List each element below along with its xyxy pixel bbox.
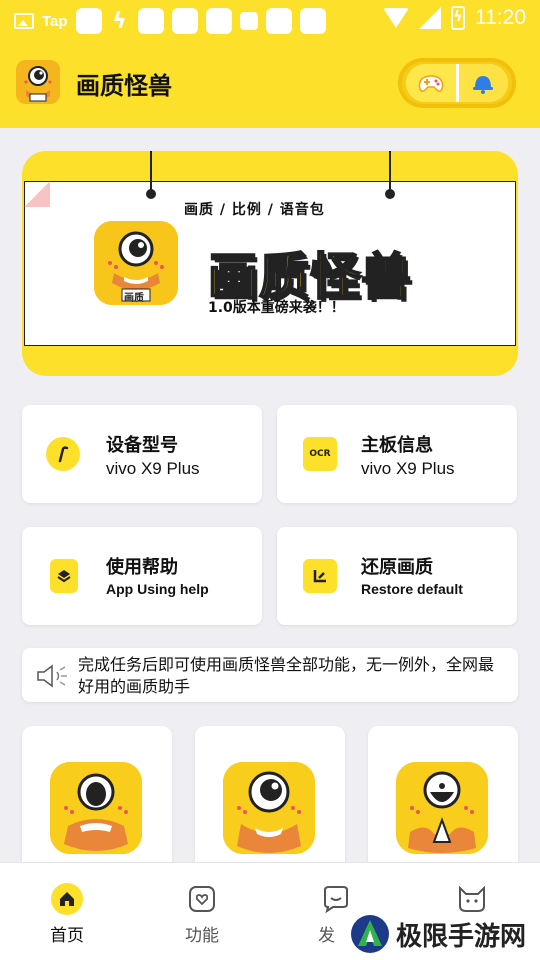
restore-default-card[interactable]: 还原画质 Restore default bbox=[277, 527, 517, 625]
banner-pin-dot-left bbox=[146, 189, 156, 199]
chat-icon bbox=[320, 883, 352, 915]
motherboard-info-card[interactable]: OCR 主板信息 vivo X9 Plus bbox=[277, 405, 517, 503]
quality-mode-card-3[interactable] bbox=[368, 726, 518, 876]
notification-square-icon bbox=[239, 12, 258, 30]
monster-icon bbox=[223, 762, 315, 854]
notification-square-icon bbox=[299, 8, 326, 34]
banner-pin-left bbox=[150, 151, 152, 193]
bolt-icon: ϟ bbox=[112, 8, 127, 34]
notice-bar[interactable]: 完成任务后即可使用画质怪兽全部功能，无一例外，全网最好用的画质助手 bbox=[22, 648, 518, 702]
notification-square-icon bbox=[137, 8, 164, 34]
clock: 11:20 bbox=[475, 6, 526, 29]
pen-icon bbox=[46, 437, 80, 471]
app-header: 画质怪兽 bbox=[0, 38, 540, 128]
banner-tags: 画质 / 比例 / 语音包 bbox=[184, 202, 325, 218]
card-title: 主板信息 bbox=[361, 435, 433, 456]
game-mode-toggle[interactable] bbox=[406, 64, 456, 102]
banner-corner-fold bbox=[24, 181, 50, 207]
card-subtitle: vivo X9 Plus bbox=[361, 459, 455, 478]
gallery-icon bbox=[14, 13, 34, 29]
notification-square-icon bbox=[205, 8, 232, 34]
card-subtitle: Restore default bbox=[361, 581, 463, 597]
notification-square-icon bbox=[75, 8, 102, 34]
banner-icon-label: 画质 bbox=[124, 293, 144, 304]
banner-tagline: 1.0版本重磅来袭！！ bbox=[208, 300, 345, 316]
app-logo bbox=[16, 60, 60, 104]
cat-icon bbox=[456, 883, 488, 915]
card-subtitle: App Using help bbox=[106, 581, 209, 597]
notice-text: 完成任务后即可使用画质怪兽全部功能，无一例外，全网最好用的画质助手 bbox=[78, 655, 495, 696]
help-card[interactable]: 使用帮助 App Using help bbox=[22, 527, 262, 625]
notification-icons: Tap ϟ bbox=[14, 8, 326, 34]
gamepad-icon bbox=[418, 75, 444, 93]
monster-icon bbox=[396, 762, 488, 854]
banner-pin-dot-right bbox=[385, 189, 395, 199]
wifi-icon bbox=[383, 8, 409, 28]
tap-notification-label: Tap bbox=[42, 12, 68, 30]
notification-square-icon bbox=[171, 8, 198, 34]
card-title: 还原画质 bbox=[361, 557, 433, 578]
tab-features[interactable]: 功能 bbox=[162, 883, 242, 946]
quality-mode-card-2[interactable] bbox=[195, 726, 345, 876]
bell-icon bbox=[473, 76, 494, 94]
tab-label: 功能 bbox=[185, 926, 219, 946]
home-icon bbox=[51, 883, 83, 915]
mode-toggle[interactable] bbox=[398, 58, 516, 108]
promo-banner[interactable]: 画质 / 比例 / 语音包 画质 画质怪兽 1.0版本重磅来袭！！ bbox=[22, 151, 518, 376]
system-icons: 11:20 bbox=[383, 6, 526, 30]
speaker-icon bbox=[36, 664, 70, 692]
status-bar: Tap ϟ 11:20 bbox=[0, 0, 540, 38]
quality-mode-card-1[interactable] bbox=[22, 726, 172, 876]
ocr-icon: OCR bbox=[303, 437, 337, 471]
watermark-text: 极限手游网 bbox=[396, 921, 527, 952]
card-title: 设备型号 bbox=[106, 435, 178, 456]
tab-home[interactable]: 首页 bbox=[27, 883, 107, 946]
card-subtitle: vivo X9 Plus bbox=[106, 459, 200, 478]
notification-square-icon bbox=[265, 8, 292, 34]
heart-tag-icon bbox=[186, 883, 218, 915]
document-layers-icon bbox=[50, 559, 78, 593]
restore-icon bbox=[303, 559, 337, 593]
device-model-card[interactable]: 设备型号 vivo X9 Plus bbox=[22, 405, 262, 503]
tab-label: 首页 bbox=[50, 926, 84, 946]
app-title: 画质怪兽 bbox=[76, 72, 172, 100]
battery-charging-icon bbox=[451, 6, 465, 30]
signal-icon bbox=[419, 7, 441, 29]
watermark-logo-icon bbox=[351, 915, 389, 953]
banner-pin-right bbox=[389, 151, 391, 193]
card-title: 使用帮助 bbox=[106, 557, 178, 578]
monster-icon bbox=[50, 762, 142, 854]
watermark: 极限手游网 bbox=[350, 912, 526, 956]
notification-mode-toggle[interactable] bbox=[455, 64, 508, 102]
